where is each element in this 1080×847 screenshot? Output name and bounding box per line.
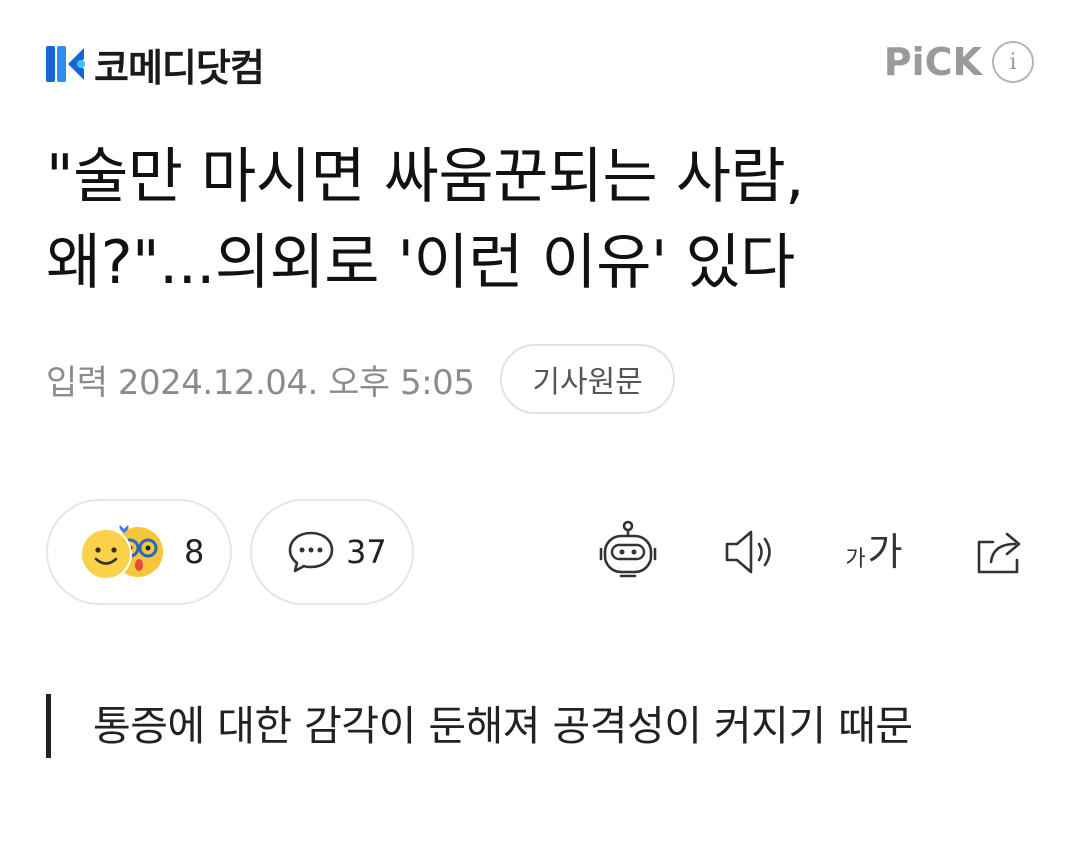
article-title: "술만 마시면 싸움꾼되는 사람, 왜?"...의외로 '이런 이유' 있다 bbox=[46, 134, 1036, 306]
tts-button[interactable] bbox=[718, 516, 782, 588]
press-logo[interactable]: 코메디닷컴 bbox=[46, 38, 265, 90]
share-button[interactable] bbox=[966, 516, 1032, 588]
article-header: 코메디닷컴 PiCK i bbox=[46, 36, 1034, 92]
article-meta: 입력 2024.12.04. 오후 5:05 기사원문 bbox=[46, 344, 675, 414]
comment-button[interactable]: 37 bbox=[250, 499, 414, 605]
share-icon bbox=[977, 532, 1021, 574]
article-page: 코메디닷컴 PiCK i "술만 마시면 싸움꾼되는 사람, 왜?"...의외로… bbox=[0, 0, 1080, 847]
original-article-button[interactable]: 기사원문 bbox=[500, 344, 675, 414]
press-name: 코메디닷컴 bbox=[94, 45, 265, 90]
font-size-icon: 가 가 bbox=[845, 533, 902, 571]
comment-count: 37 bbox=[346, 533, 387, 571]
font-size-button[interactable]: 가 가 bbox=[834, 516, 914, 588]
pick-badge[interactable]: PiCK i bbox=[884, 36, 1034, 88]
info-icon[interactable]: i bbox=[992, 41, 1034, 83]
robot-summary-icon bbox=[599, 520, 657, 578]
reaction-button[interactable]: 8 bbox=[46, 499, 232, 605]
comedy-logo-icon bbox=[46, 46, 85, 82]
comment-icon bbox=[288, 531, 334, 573]
quote-text: 통증에 대한 감각이 둔해져 공격성이 커지기 때문 bbox=[93, 702, 913, 750]
pick-label: PiCK bbox=[883, 40, 982, 84]
speaker-icon bbox=[725, 530, 771, 574]
font-size-large-label: 가 bbox=[867, 530, 903, 574]
font-size-small-label: 가 bbox=[845, 547, 866, 572]
reaction-emoji-icon bbox=[80, 525, 163, 580]
reaction-count: 8 bbox=[184, 533, 205, 571]
title-line-1: "술만 마시면 싸움꾼되는 사람, bbox=[46, 142, 804, 212]
article-summary-quote: 통증에 대한 감각이 둔해져 공격성이 커지기 때문 bbox=[46, 694, 1006, 758]
publish-date: 입력 2024.12.04. 오후 5:05 bbox=[46, 362, 475, 403]
title-line-2: 왜?"...의외로 '이런 이유' 있다 bbox=[46, 228, 795, 298]
summary-bot-button[interactable] bbox=[592, 516, 664, 588]
